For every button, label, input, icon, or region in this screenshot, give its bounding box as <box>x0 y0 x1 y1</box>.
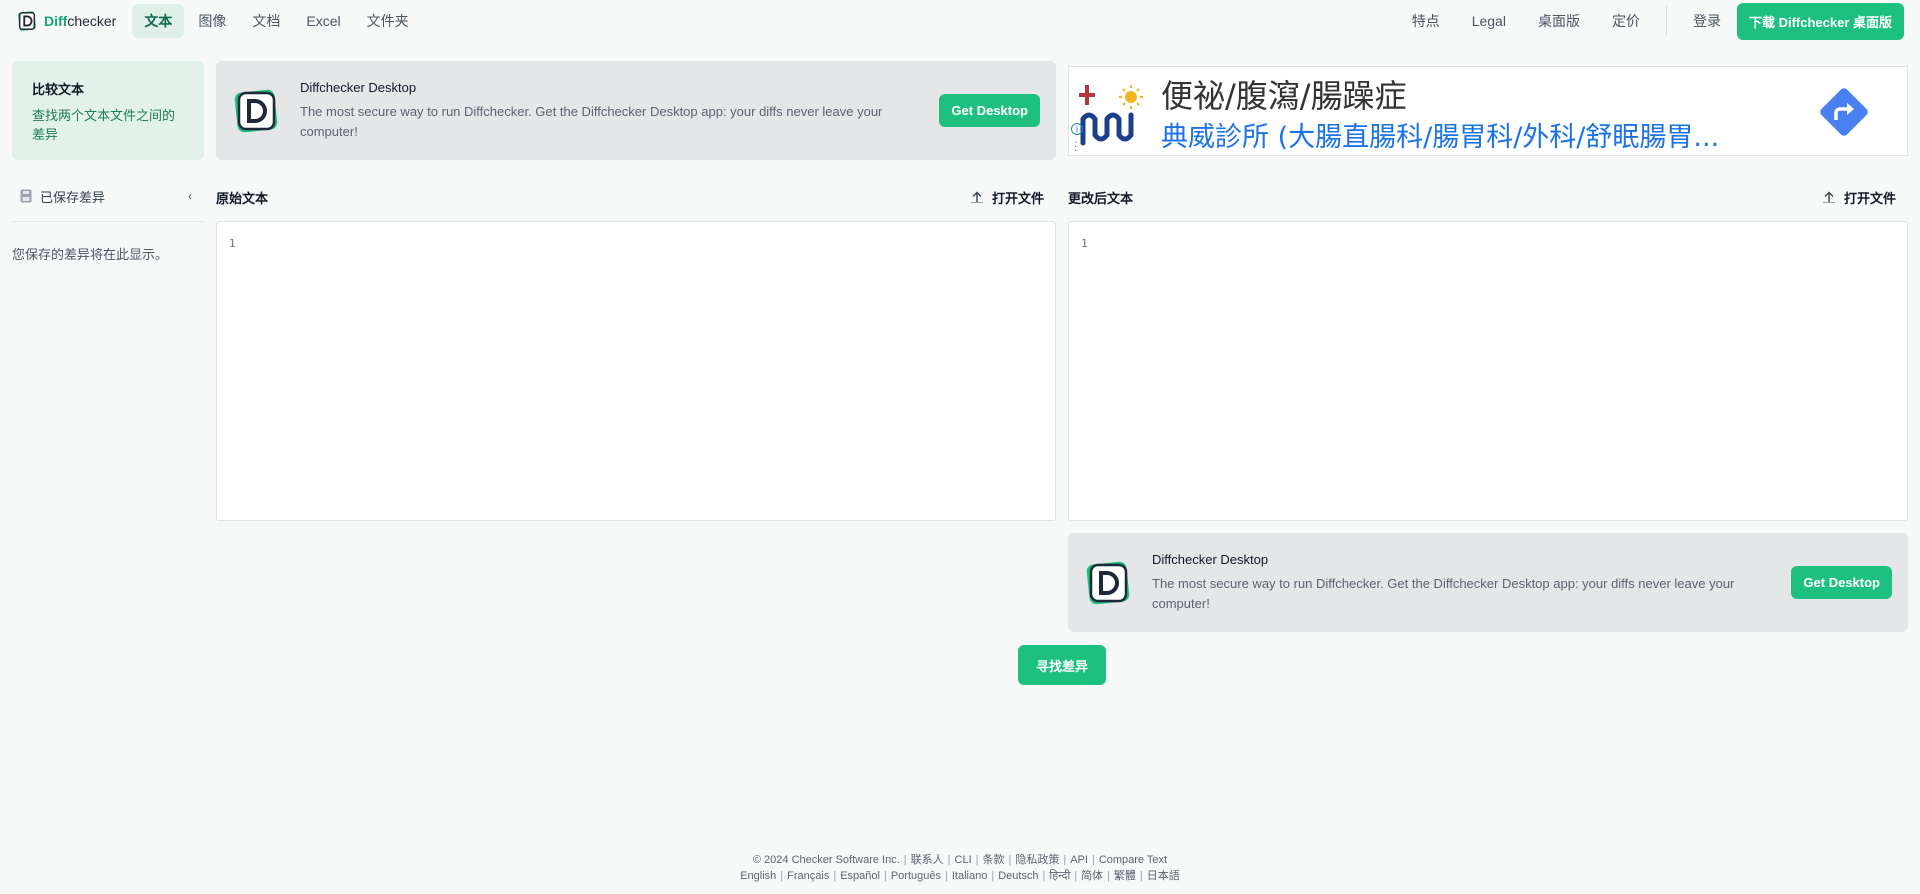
get-desktop-button[interactable]: Get Desktop <box>1791 566 1892 599</box>
tab-folder[interactable]: 文件夹 <box>355 4 421 38</box>
nav-link-desktop[interactable]: 桌面版 <box>1522 4 1596 38</box>
nav-tabs: 文本 图像 文档 Excel 文件夹 <box>132 4 420 38</box>
nav-link-legal[interactable]: Legal <box>1456 6 1522 36</box>
upload-icon <box>970 191 983 203</box>
lang-traditional-chinese[interactable]: 繁體 <box>1114 870 1136 882</box>
diffchecker-logo-icon <box>18 11 36 31</box>
ad-info-icon[interactable]: i <box>1071 123 1083 135</box>
tab-document[interactable]: 文档 <box>240 4 292 38</box>
lang-simplified-chinese[interactable]: 简体 <box>1081 870 1103 882</box>
footer-link-privacy[interactable]: 隐私政策 <box>1015 854 1059 866</box>
copyright-text: © 2024 Checker Software Inc. <box>752 854 900 866</box>
footer-link-cli[interactable]: CLI <box>955 854 972 866</box>
saved-diffs-empty-text: 您保存的差异将在此显示。 <box>12 247 169 262</box>
footer-link-terms[interactable]: 条款 <box>983 854 1005 866</box>
original-text-title: 原始文本 <box>216 190 269 206</box>
original-text-editor[interactable]: 1 <box>216 221 1056 521</box>
nav-right: 特点 Legal 桌面版 定价 登录 下载 Diffchecker 桌面版 <box>1396 2 1904 40</box>
brand-logo-link[interactable]: Diffchecker <box>16 10 116 32</box>
top-nav: Diffchecker 文本 图像 文档 Excel 文件夹 特点 Legal … <box>0 0 1920 42</box>
lang-japanese[interactable]: 日本語 <box>1147 870 1180 882</box>
changed-text-title: 更改后文本 <box>1068 190 1134 206</box>
footer-links: © 2024 Checker Software Inc. | 联系人 | CLI | 条款 |… <box>752 854 1168 866</box>
footer-link-compare-text[interactable]: Compare Text <box>1099 854 1167 866</box>
clinic-ad-logo-icon <box>1079 85 1143 146</box>
lang-english[interactable]: English <box>740 870 776 882</box>
find-difference-button[interactable]: 寻找差异 <box>1018 645 1106 685</box>
line-number: 1 <box>1081 237 1088 250</box>
promo-title: Diffchecker Desktop <box>1152 551 1269 567</box>
open-file-right-button[interactable]: 打开文件 <box>1822 188 1896 207</box>
lang-french[interactable]: Français <box>787 870 829 882</box>
advertisement-banner[interactable]: i · · · 便祕/腹瀉/腸躁症 典威診所 (大腸直腸科/腸胃科/外科/舒眠腸胃.… <box>1068 66 1908 156</box>
compare-text-title: 比较文本 <box>32 82 85 97</box>
lang-hindi[interactable]: हिन्दी <box>1049 870 1070 882</box>
promo-description: The most secure way to run Diffchecker. … <box>1152 575 1735 611</box>
tab-excel[interactable]: Excel <box>294 6 352 36</box>
footer-link-api[interactable]: API <box>1070 854 1088 866</box>
saved-diffs-header[interactable]: 已保存差异 ‹ <box>20 186 192 206</box>
changed-text-header: 更改后文本 打开文件 <box>1068 187 1896 207</box>
promo-body: Diffchecker Desktop The most secure way … <box>1152 552 1791 614</box>
tab-text[interactable]: 文本 <box>132 4 185 38</box>
nav-divider <box>1665 6 1667 36</box>
ad-menu-icon[interactable]: · · · <box>1074 138 1077 156</box>
brand-name-diff: Diff <box>44 13 68 29</box>
nav-link-pricing[interactable]: 定价 <box>1596 4 1656 38</box>
upload-icon <box>1822 191 1835 203</box>
footer-languages: English | Français | Español | Português | Itali… <box>740 870 1180 882</box>
footer-link-contact[interactable]: 联系人 <box>911 854 944 866</box>
open-file-left-button[interactable]: 打开文件 <box>970 188 1044 207</box>
ad-subtitle: 典威診所 (大腸直腸科/腸胃科/外科/舒眠腸胃... <box>1161 122 1720 153</box>
brand-name: Diffchecker <box>44 13 116 29</box>
desktop-promo-banner-bottom: Diffchecker Desktop The most secure way … <box>1068 533 1908 632</box>
lang-german[interactable]: Deutsch <box>998 870 1038 882</box>
login-link[interactable]: 登录 <box>1677 4 1737 38</box>
saved-diffs-label: 已保存差异 <box>40 189 106 205</box>
lang-spanish[interactable]: Español <box>840 870 880 882</box>
ad-title: 便祕/腹瀉/腸躁症 <box>1161 77 1407 115</box>
sidebar-divider <box>12 221 204 222</box>
line-number: 1 <box>229 237 236 250</box>
promo-description: The most secure way to run Diffchecker. … <box>300 103 883 139</box>
diffchecker-desktop-logo-icon <box>234 89 278 132</box>
open-file-right-label: 打开文件 <box>1843 190 1896 206</box>
open-file-left-label: 打开文件 <box>991 190 1044 206</box>
changed-text-editor[interactable]: 1 <box>1068 221 1908 521</box>
lang-portuguese[interactable]: Português <box>891 870 941 882</box>
directions-arrow-icon[interactable] <box>1819 87 1869 137</box>
download-desktop-button[interactable]: 下载 Diffchecker 桌面版 <box>1736 2 1904 40</box>
original-text-header: 原始文本 打开文件 <box>216 187 1044 207</box>
promo-body: Diffchecker Desktop The most secure way … <box>300 80 939 142</box>
promo-title: Diffchecker Desktop <box>300 79 417 95</box>
get-desktop-button[interactable]: Get Desktop <box>939 94 1040 127</box>
saved-diffs-icon <box>20 189 32 203</box>
compare-text-description: 查找两个文本文件之间的差异 <box>32 108 176 142</box>
collapse-chevron-icon[interactable]: ‹ <box>188 189 192 203</box>
tab-image[interactable]: 图像 <box>186 4 238 38</box>
desktop-promo-banner-top: Diffchecker Desktop The most secure way … <box>216 61 1056 160</box>
lang-italian[interactable]: Italiano <box>952 870 987 882</box>
compare-text-card[interactable]: 比较文本 查找两个文本文件之间的差异 <box>12 61 204 160</box>
brand-name-checker: checker <box>67 13 117 29</box>
diffchecker-desktop-logo-icon <box>1086 561 1130 604</box>
nav-link-features[interactable]: 特点 <box>1396 4 1456 38</box>
